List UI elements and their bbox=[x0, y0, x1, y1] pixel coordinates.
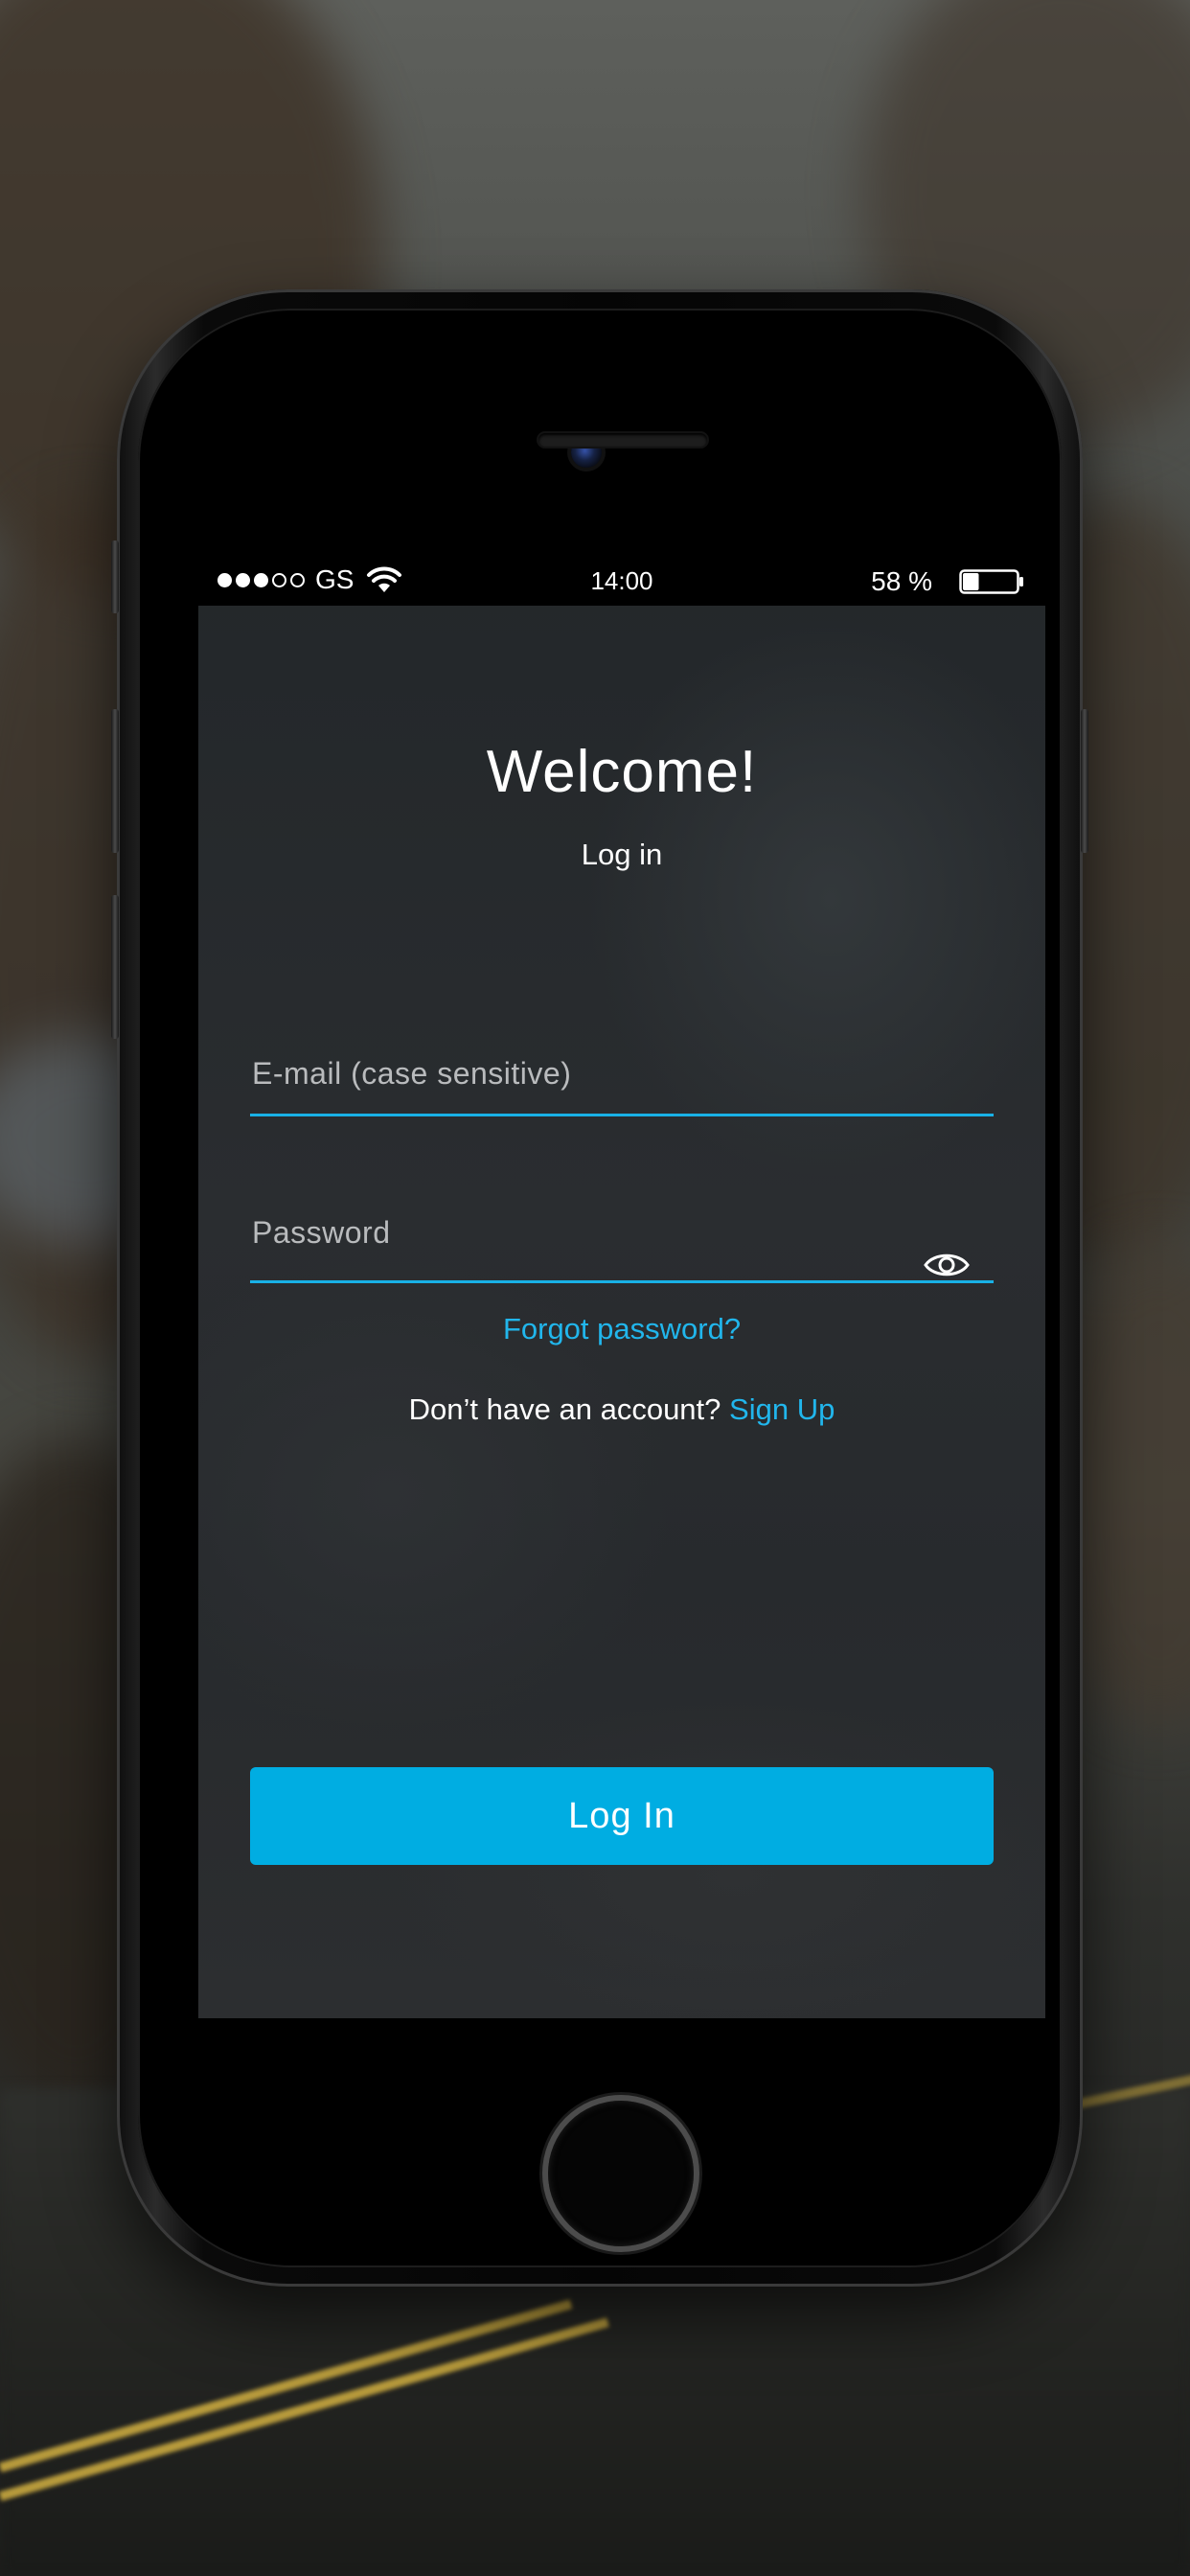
signup-prompt: Don’t have an account? bbox=[408, 1392, 721, 1426]
page-subtitle: Log in bbox=[581, 838, 663, 871]
home-button[interactable] bbox=[548, 2101, 694, 2246]
password-field[interactable]: Password bbox=[250, 1213, 994, 1283]
signup-row: Don’t have an account? Sign Up bbox=[198, 1392, 1045, 1428]
password-underline bbox=[250, 1280, 994, 1283]
phone-device: GS 14:00 58 % Welcome! Log in E-mail (ca… bbox=[111, 289, 1088, 2287]
power-button bbox=[1081, 709, 1088, 853]
earpiece-speaker bbox=[538, 433, 707, 447]
mute-switch bbox=[111, 540, 119, 613]
forgot-password-link[interactable]: Forgot password? bbox=[198, 1311, 1045, 1347]
email-underline bbox=[250, 1114, 994, 1116]
email-field[interactable]: E-mail (case sensitive) bbox=[250, 1054, 994, 1116]
app-screen: GS 14:00 58 % Welcome! Log in E-mail (ca… bbox=[198, 554, 1045, 2018]
login-button[interactable]: Log In bbox=[250, 1767, 994, 1865]
volume-down-button bbox=[111, 895, 119, 1039]
page-title: Welcome! bbox=[486, 739, 758, 805]
signup-link[interactable]: Sign Up bbox=[729, 1392, 835, 1426]
volume-up-button bbox=[111, 709, 119, 853]
eye-icon[interactable] bbox=[923, 1250, 971, 1280]
status-bar: GS 14:00 58 % bbox=[198, 554, 1045, 606]
email-placeholder: E-mail (case sensitive) bbox=[252, 1056, 572, 1091]
battery-percent: 58 % bbox=[871, 566, 932, 596]
battery-icon bbox=[959, 569, 1023, 594]
password-placeholder: Password bbox=[252, 1215, 391, 1250]
phone-face: GS 14:00 58 % Welcome! Log in E-mail (ca… bbox=[138, 309, 1062, 2267]
